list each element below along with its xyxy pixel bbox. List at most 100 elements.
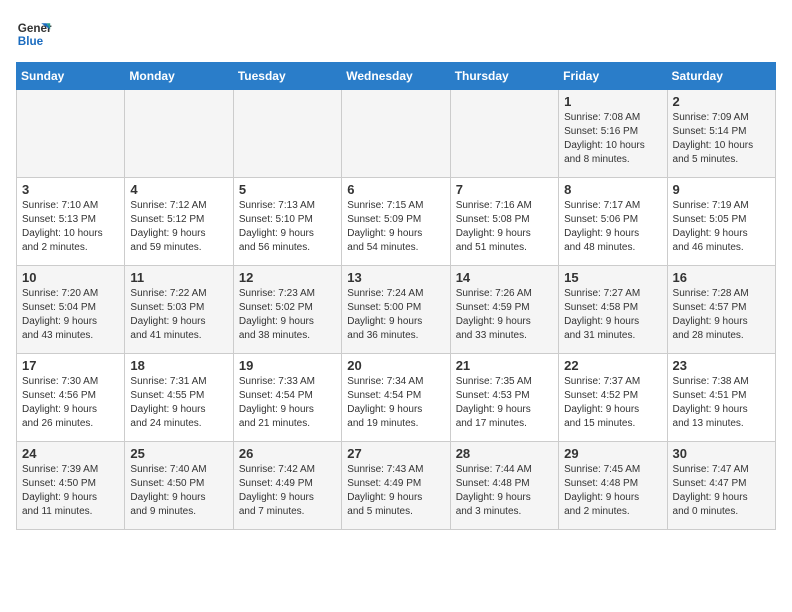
day-info: Sunrise: 7:10 AM Sunset: 5:13 PM Dayligh… [22, 199, 119, 255]
calendar-cell: 21Sunrise: 7:35 AM Sunset: 4:53 PM Dayli… [450, 354, 558, 442]
calendar-cell: 13 Sunrise: 7:24 AM Sunset: 5:00 PM Dayli… [342, 266, 450, 354]
day-info: Sunrise: 7:28 AM Sunset: 4:57 PM Dayligh… [673, 287, 770, 343]
day-number: 23 [673, 358, 770, 373]
day-info: Sunrise: 7:15 AM Sunset: 5:09 PM Dayligh… [347, 199, 444, 255]
day-number: 21 [456, 358, 553, 373]
day-info: Sunrise: 7:20 AM Sunset: 5:04 PM Dayligh… [22, 287, 119, 343]
day-number: 19 [239, 358, 336, 373]
day-info: Sunrise: 7:38 AM Sunset: 4:51 PM Dayligh… [673, 375, 770, 431]
calendar-cell: 1 Sunrise: 7:08 AM Sunset: 5:16 PM Daylig… [559, 90, 667, 178]
day-number: 13 [347, 270, 444, 285]
day-number: 29 [564, 446, 661, 461]
calendar-body: 1 Sunrise: 7:08 AM Sunset: 5:16 PM Daylig… [17, 90, 776, 530]
day-number: 25 [130, 446, 227, 461]
calendar-week-3: 10Sunrise: 7:20 AM Sunset: 5:04 PM Dayli… [17, 266, 776, 354]
calendar-cell: 17 Sunrise: 7:30 AM Sunset: 4:56 PM Dayli… [17, 354, 125, 442]
day-info: Sunrise: 7:30 AM Sunset: 4:56 PM Dayligh… [22, 375, 119, 431]
calendar-cell: 16Sunrise: 7:28 AM Sunset: 4:57 PM Dayli… [667, 266, 775, 354]
calendar-cell: 10Sunrise: 7:20 AM Sunset: 5:04 PM Dayli… [17, 266, 125, 354]
day-number: 11 [130, 270, 227, 285]
day-info: Sunrise: 7:27 AM Sunset: 4:58 PM Dayligh… [564, 287, 661, 343]
weekday-row: SundayMondayTuesdayWednesdayThursdayFrid… [17, 63, 776, 90]
day-number: 8 [564, 182, 661, 197]
day-info: Sunrise: 7:42 AM Sunset: 4:49 PM Dayligh… [239, 463, 336, 519]
day-number: 5 [239, 182, 336, 197]
logo-icon: General Blue [16, 16, 52, 52]
calendar-cell: 12Sunrise: 7:23 AM Sunset: 5:02 PM Dayli… [233, 266, 341, 354]
calendar-table: SundayMondayTuesdayWednesdayThursdayFrid… [16, 62, 776, 530]
day-info: Sunrise: 7:08 AM Sunset: 5:16 PM Dayligh… [564, 111, 661, 167]
calendar-week-5: 24Sunrise: 7:39 AM Sunset: 4:50 PM Dayli… [17, 442, 776, 530]
calendar-cell: 22 Sunrise: 7:37 AM Sunset: 4:52 PM Dayli… [559, 354, 667, 442]
svg-text:Blue: Blue [18, 35, 44, 48]
day-number: 27 [347, 446, 444, 461]
calendar-cell: 26 Sunrise: 7:42 AM Sunset: 4:49 PM Dayli… [233, 442, 341, 530]
day-info: Sunrise: 7:40 AM Sunset: 4:50 PM Dayligh… [130, 463, 227, 519]
day-number: 14 [456, 270, 553, 285]
weekday-header-thursday: Thursday [450, 63, 558, 90]
day-number: 4 [130, 182, 227, 197]
calendar-week-4: 17 Sunrise: 7:30 AM Sunset: 4:56 PM Dayli… [17, 354, 776, 442]
day-info: Sunrise: 7:12 AM Sunset: 5:12 PM Dayligh… [130, 199, 227, 255]
day-info: Sunrise: 7:22 AM Sunset: 5:03 PM Dayligh… [130, 287, 227, 343]
calendar-week-1: 1 Sunrise: 7:08 AM Sunset: 5:16 PM Daylig… [17, 90, 776, 178]
calendar-cell: 2Sunrise: 7:09 AM Sunset: 5:14 PM Daylig… [667, 90, 775, 178]
day-info: Sunrise: 7:37 AM Sunset: 4:52 PM Dayligh… [564, 375, 661, 431]
day-number: 9 [673, 182, 770, 197]
day-number: 2 [673, 94, 770, 109]
calendar-cell: 29Sunrise: 7:45 AM Sunset: 4:48 PM Dayli… [559, 442, 667, 530]
calendar-cell: 24Sunrise: 7:39 AM Sunset: 4:50 PM Dayli… [17, 442, 125, 530]
calendar-cell: 25 Sunrise: 7:40 AM Sunset: 4:50 PM Dayli… [125, 442, 233, 530]
calendar-cell [125, 90, 233, 178]
calendar-cell [17, 90, 125, 178]
page-header: General Blue [16, 16, 776, 52]
calendar-cell: 7 Sunrise: 7:16 AM Sunset: 5:08 PM Daylig… [450, 178, 558, 266]
weekday-header-sunday: Sunday [17, 63, 125, 90]
day-info: Sunrise: 7:16 AM Sunset: 5:08 PM Dayligh… [456, 199, 553, 255]
calendar-cell: 6 Sunrise: 7:15 AM Sunset: 5:09 PM Daylig… [342, 178, 450, 266]
calendar-header: SundayMondayTuesdayWednesdayThursdayFrid… [17, 63, 776, 90]
calendar-cell: 3 Sunrise: 7:10 AM Sunset: 5:13 PM Daylig… [17, 178, 125, 266]
calendar-cell: 18Sunrise: 7:31 AM Sunset: 4:55 PM Dayli… [125, 354, 233, 442]
day-info: Sunrise: 7:33 AM Sunset: 4:54 PM Dayligh… [239, 375, 336, 431]
weekday-header-tuesday: Tuesday [233, 63, 341, 90]
calendar-cell [342, 90, 450, 178]
day-info: Sunrise: 7:39 AM Sunset: 4:50 PM Dayligh… [22, 463, 119, 519]
day-number: 26 [239, 446, 336, 461]
calendar-cell [450, 90, 558, 178]
day-number: 6 [347, 182, 444, 197]
day-number: 17 [22, 358, 119, 373]
weekday-header-friday: Friday [559, 63, 667, 90]
day-number: 22 [564, 358, 661, 373]
day-number: 1 [564, 94, 661, 109]
calendar-cell: 19 Sunrise: 7:33 AM Sunset: 4:54 PM Dayli… [233, 354, 341, 442]
day-number: 20 [347, 358, 444, 373]
day-info: Sunrise: 7:17 AM Sunset: 5:06 PM Dayligh… [564, 199, 661, 255]
calendar-cell: 30Sunrise: 7:47 AM Sunset: 4:47 PM Dayli… [667, 442, 775, 530]
calendar-cell: 28 Sunrise: 7:44 AM Sunset: 4:48 PM Dayli… [450, 442, 558, 530]
weekday-header-saturday: Saturday [667, 63, 775, 90]
day-number: 3 [22, 182, 119, 197]
calendar-cell: 11 Sunrise: 7:22 AM Sunset: 5:03 PM Dayli… [125, 266, 233, 354]
day-number: 15 [564, 270, 661, 285]
calendar-cell: 8 Sunrise: 7:17 AM Sunset: 5:06 PM Daylig… [559, 178, 667, 266]
day-info: Sunrise: 7:34 AM Sunset: 4:54 PM Dayligh… [347, 375, 444, 431]
calendar-cell [233, 90, 341, 178]
day-info: Sunrise: 7:43 AM Sunset: 4:49 PM Dayligh… [347, 463, 444, 519]
day-info: Sunrise: 7:23 AM Sunset: 5:02 PM Dayligh… [239, 287, 336, 343]
day-info: Sunrise: 7:24 AM Sunset: 5:00 PM Dayligh… [347, 287, 444, 343]
calendar-cell: 4 Sunrise: 7:12 AM Sunset: 5:12 PM Daylig… [125, 178, 233, 266]
day-number: 28 [456, 446, 553, 461]
calendar-week-2: 3 Sunrise: 7:10 AM Sunset: 5:13 PM Daylig… [17, 178, 776, 266]
day-info: Sunrise: 7:31 AM Sunset: 4:55 PM Dayligh… [130, 375, 227, 431]
day-info: Sunrise: 7:26 AM Sunset: 4:59 PM Dayligh… [456, 287, 553, 343]
day-info: Sunrise: 7:19 AM Sunset: 5:05 PM Dayligh… [673, 199, 770, 255]
calendar-cell: 5 Sunrise: 7:13 AM Sunset: 5:10 PM Daylig… [233, 178, 341, 266]
day-number: 30 [673, 446, 770, 461]
day-info: Sunrise: 7:44 AM Sunset: 4:48 PM Dayligh… [456, 463, 553, 519]
logo: General Blue [16, 16, 52, 52]
day-info: Sunrise: 7:13 AM Sunset: 5:10 PM Dayligh… [239, 199, 336, 255]
calendar-cell: 20 Sunrise: 7:34 AM Sunset: 4:54 PM Dayli… [342, 354, 450, 442]
day-number: 7 [456, 182, 553, 197]
calendar-cell: 23 Sunrise: 7:38 AM Sunset: 4:51 PM Dayli… [667, 354, 775, 442]
